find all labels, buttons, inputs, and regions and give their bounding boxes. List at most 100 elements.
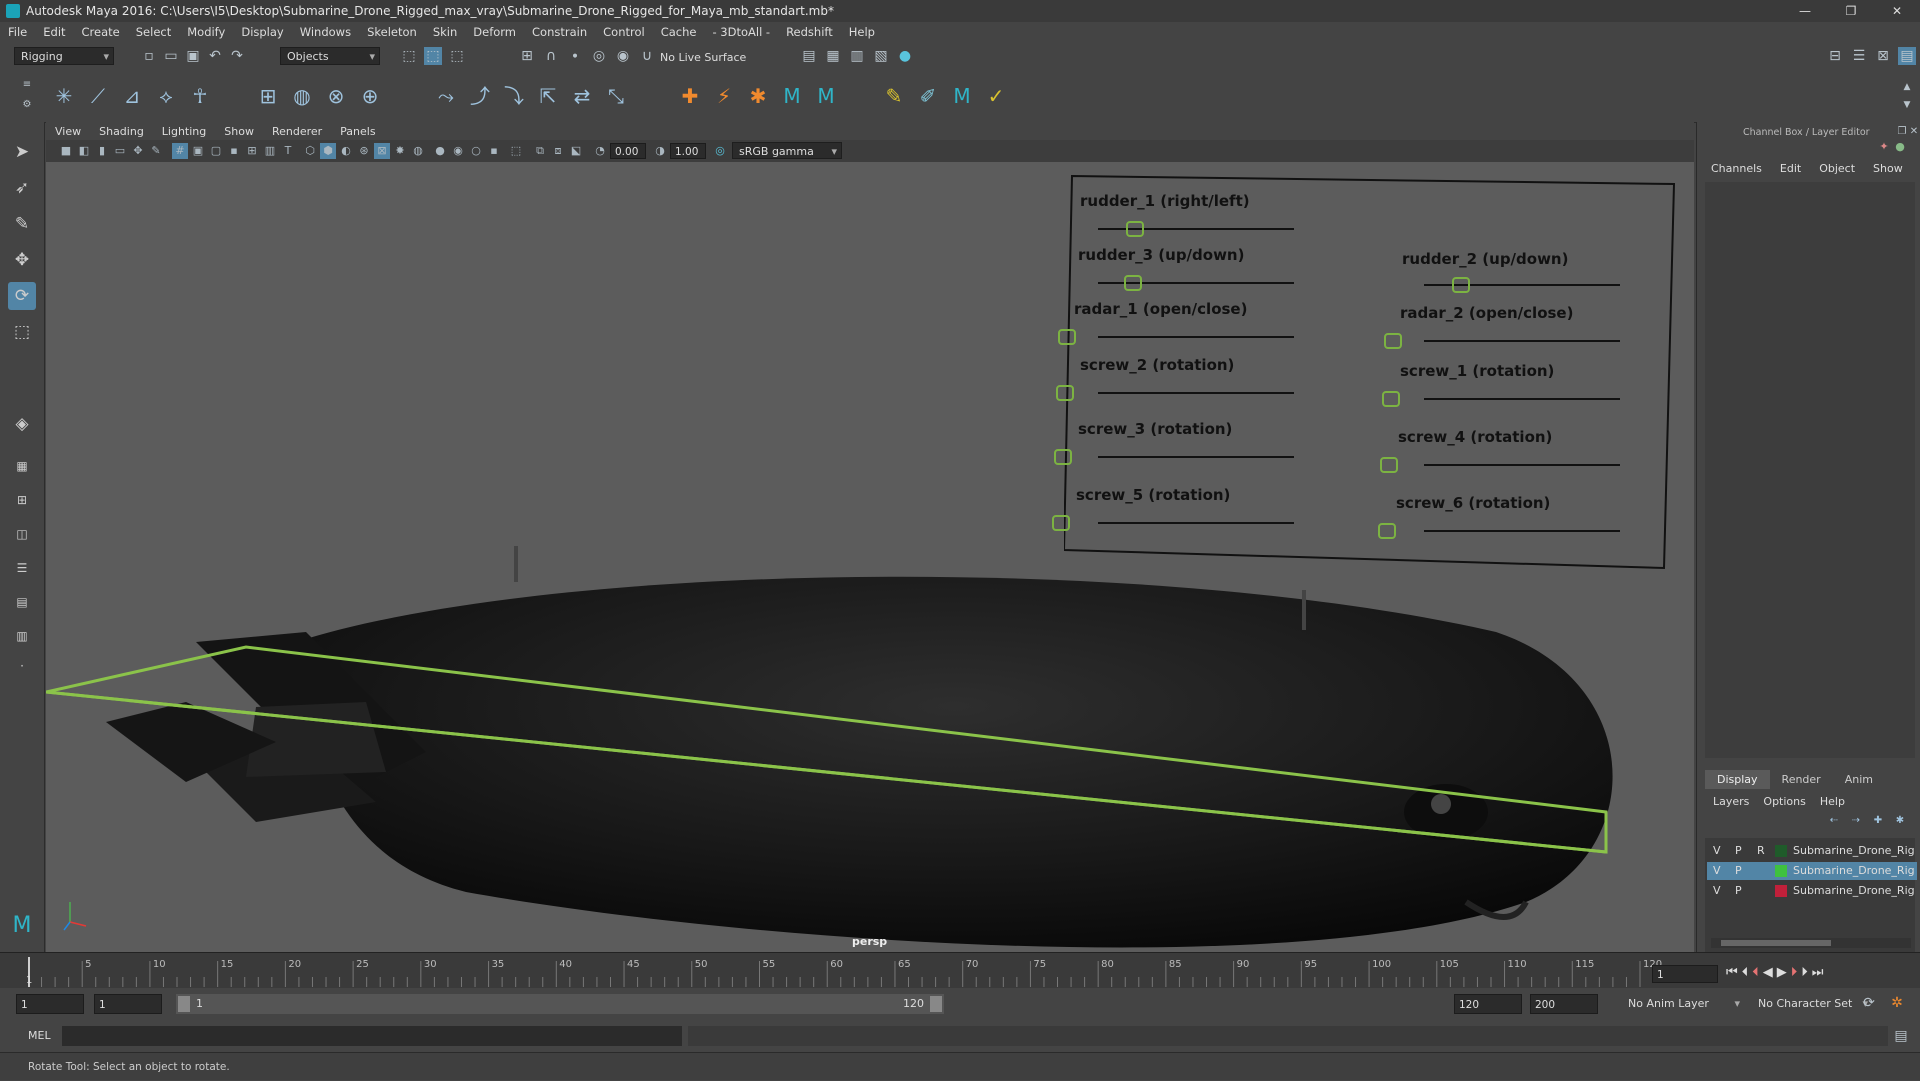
script-editor-icon[interactable]: ▤	[1892, 1027, 1910, 1045]
panel-menu-renderer[interactable]: Renderer	[263, 125, 331, 138]
ipr-render-icon[interactable]: ▥	[848, 47, 866, 65]
safe-action-icon[interactable]: ▥	[262, 143, 278, 159]
snap-curve-icon[interactable]: ∩	[542, 47, 560, 65]
minimize-button[interactable]: —	[1782, 0, 1828, 22]
left-control-handle[interactable]	[1052, 515, 1070, 531]
menu-constrain[interactable]: Constrain	[524, 25, 595, 39]
menu-skeleton[interactable]: Skeleton	[359, 25, 425, 39]
snap-surface-icon[interactable]: ◉	[614, 47, 632, 65]
panel-menu-view[interactable]: View	[46, 125, 90, 138]
shelf-settings-icon[interactable]: ⚙	[18, 96, 36, 114]
close-button[interactable]: ✕	[1874, 0, 1920, 22]
right-control-handle[interactable]	[1380, 457, 1398, 473]
step-back-key-icon[interactable]: ⏴	[1752, 965, 1759, 980]
right-control-handle[interactable]	[1378, 523, 1396, 539]
menu-control[interactable]: Control	[595, 25, 653, 39]
go-to-start-icon[interactable]: ⏮	[1726, 965, 1738, 980]
character-set-dropdown[interactable]: No Character Set	[1752, 994, 1872, 1014]
screen-space-ao-icon[interactable]: ●	[432, 143, 448, 159]
layer-color-swatch[interactable]	[1775, 845, 1787, 857]
snap-grid-icon[interactable]: ⊞	[518, 47, 536, 65]
tab-display[interactable]: Display	[1705, 770, 1770, 789]
layout-hypershade-icon[interactable]: ▥	[8, 622, 36, 650]
channels-edit-menu[interactable]: Edit	[1780, 162, 1801, 175]
channel-list[interactable]	[1705, 182, 1915, 758]
smooth-shade-icon[interactable]: ⬢	[320, 143, 336, 159]
modeling-toolkit-icon[interactable]: ⊟	[1826, 47, 1844, 65]
preferences-icon[interactable]: ✲	[1888, 994, 1906, 1012]
gamma-field[interactable]: 1.00	[670, 143, 706, 159]
selection-mode-dropdown[interactable]: Objects	[280, 47, 380, 66]
pole-vector-icon[interactable]: ⤡	[602, 82, 630, 110]
channels-menu[interactable]: Channels	[1711, 162, 1762, 175]
color-management-icon[interactable]: ◎	[712, 143, 728, 159]
layer-row[interactable]: V P R Submarine_Drone_Rig	[1707, 842, 1917, 860]
step-forward-key-icon[interactable]: ⏵	[1791, 965, 1798, 980]
select-object-icon[interactable]: ⬚	[424, 47, 442, 65]
tool-settings-icon[interactable]: ⊠	[1874, 47, 1892, 65]
current-frame-field[interactable]: 1	[1652, 965, 1718, 983]
render-frame-icon[interactable]: ▦	[824, 47, 842, 65]
redo-icon[interactable]: ↷	[228, 47, 246, 65]
layer-name[interactable]: Submarine_Drone_Rig	[1793, 862, 1915, 880]
tab-render[interactable]: Render	[1770, 770, 1833, 789]
script-language-toggle[interactable]: MEL	[28, 1029, 51, 1042]
motion-blur-icon[interactable]: ◉	[450, 143, 466, 159]
new-layer-selected-icon[interactable]: ✱	[1891, 812, 1909, 830]
new-scene-icon[interactable]: ▫	[140, 47, 158, 65]
range-end-handle[interactable]	[930, 996, 942, 1012]
layer-playback-toggle[interactable]: P	[1735, 882, 1742, 900]
menu-edit[interactable]: Edit	[35, 25, 73, 39]
gamma-icon[interactable]: ◑	[652, 143, 668, 159]
camera-attributes-icon[interactable]: ◧	[76, 143, 92, 159]
snap-magnet-icon[interactable]: ∪	[638, 47, 656, 65]
layout-graph-icon[interactable]: ▤	[8, 588, 36, 616]
bind-skin-icon[interactable]: ⊞	[254, 82, 282, 110]
blend-shape-icon[interactable]: ✱	[744, 82, 772, 110]
point-constraint-icon[interactable]: ⤳	[432, 82, 460, 110]
paint-select-tool-icon[interactable]: ✎	[8, 210, 36, 238]
left-control-handle[interactable]	[1056, 385, 1074, 401]
layer-visibility-toggle[interactable]: V	[1713, 842, 1721, 860]
new-layer-icon[interactable]: ✚	[1869, 812, 1887, 830]
paint-tool-icon[interactable]: ✐	[914, 82, 942, 110]
menu-deform[interactable]: Deform	[465, 25, 524, 39]
playback-start-field[interactable]: 1	[94, 994, 162, 1014]
layer-playback-toggle[interactable]: P	[1735, 842, 1742, 860]
shelf-scroll-down-icon[interactable]: ▼	[1898, 96, 1916, 114]
perspective-viewport[interactable]: persp rudder_1 (right/left) rudder_3 (up/…	[46, 162, 1694, 952]
menu-help[interactable]: Help	[841, 25, 883, 39]
submarine-model[interactable]	[106, 546, 1613, 948]
hypershade-icon[interactable]: ●	[896, 47, 914, 65]
left-control-handle[interactable]	[1058, 329, 1076, 345]
multisample-aa-icon[interactable]: ○	[468, 143, 484, 159]
use-all-lights-icon[interactable]: ✸	[392, 143, 408, 159]
undo-icon[interactable]: ↶	[206, 47, 224, 65]
end-time-field[interactable]: 200	[1530, 994, 1598, 1014]
view-transform-dropdown[interactable]: sRGB gamma	[732, 142, 842, 160]
isolate-select-icon[interactable]: ⬚	[508, 143, 524, 159]
layer-visibility-toggle[interactable]: V	[1713, 862, 1721, 880]
go-to-end-icon[interactable]: ⏭	[1812, 965, 1824, 980]
render-settings-icon[interactable]: ▧	[872, 47, 890, 65]
menu-cache[interactable]: Cache	[653, 25, 705, 39]
step-forward-icon[interactable]: ⏵	[1801, 965, 1808, 980]
resolution-gate-icon[interactable]: ▢	[208, 143, 224, 159]
select-camera-icon[interactable]: ■	[58, 143, 74, 159]
attribute-editor-icon[interactable]: ☰	[1850, 47, 1868, 65]
paint-weights-icon[interactable]: ◍	[288, 82, 316, 110]
bookmark-icon[interactable]: ▮	[94, 143, 110, 159]
script-tool-icon[interactable]: ✎	[880, 82, 908, 110]
xray-components-icon[interactable]: ⬕	[568, 143, 584, 159]
depth-of-field-icon[interactable]: ▪	[486, 143, 502, 159]
playback-end-field[interactable]: 120	[1454, 994, 1522, 1014]
layer-row[interactable]: V P Submarine_Drone_Rig	[1707, 862, 1917, 880]
move-layer-down-icon[interactable]: ⇢	[1847, 812, 1865, 830]
channels-show-menu[interactable]: Show	[1873, 162, 1903, 175]
parent-constraint-icon[interactable]: ⇄	[568, 82, 596, 110]
humanik-icon[interactable]: ☥	[186, 82, 214, 110]
layer-playback-toggle[interactable]: P	[1735, 862, 1742, 880]
show-manipulator-icon[interactable]: ◈	[8, 410, 36, 438]
panel-menu-show[interactable]: Show	[215, 125, 263, 138]
layer-name[interactable]: Submarine_Drone_Rig	[1793, 842, 1915, 860]
